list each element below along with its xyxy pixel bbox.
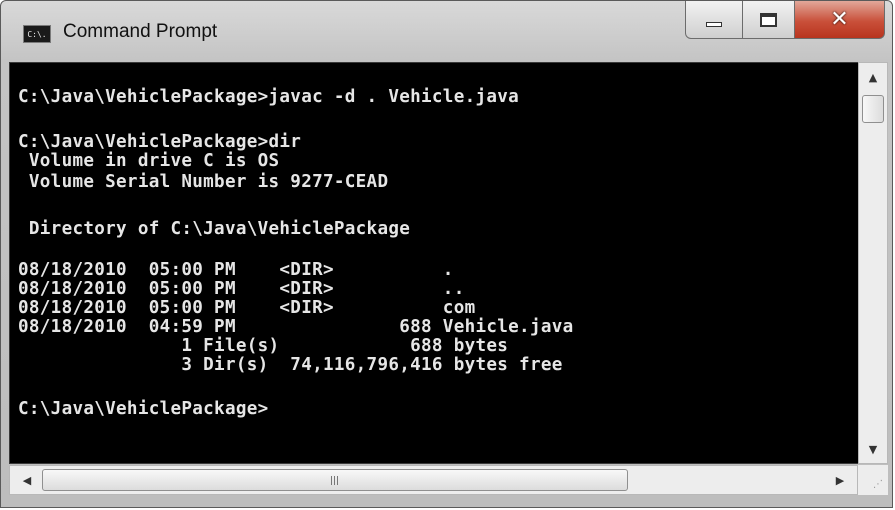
scroll-down-arrow-icon[interactable]: ▼ (859, 437, 887, 461)
console-line: 1 File(s) 688 bytes (18, 336, 509, 356)
vertical-scrollbar[interactable]: ▲ ▼ (858, 62, 888, 464)
window-title: Command Prompt (63, 21, 218, 42)
console-prompt: C:\Java\VehiclePackage> (18, 399, 269, 419)
console-line: Volume Serial Number is 9277-CEAD (18, 172, 389, 192)
console-output[interactable]: C:\Java\VehiclePackage>javac -d . Vehicl… (9, 62, 877, 464)
console-line: C:\Java\VehiclePackage>dir (18, 132, 302, 152)
command-prompt-window: C:\. Command Prompt ✕ C:\Java\VehiclePac… (0, 0, 893, 508)
horizontal-scroll-thumb[interactable] (42, 469, 628, 491)
vertical-scroll-thumb[interactable] (862, 95, 884, 123)
scroll-up-arrow-icon[interactable]: ▲ (859, 65, 887, 89)
scroll-left-arrow-icon[interactable]: ◀ (14, 466, 40, 494)
caption-buttons: ✕ (685, 1, 885, 41)
command-prompt-icon[interactable]: C:\. (23, 25, 51, 43)
scroll-right-arrow-icon[interactable]: ▶ (827, 466, 853, 494)
maximize-icon (760, 12, 777, 27)
console-line: 08/18/2010 05:00 PM <DIR> .. (18, 279, 465, 299)
size-grip-icon[interactable]: ⋰ (858, 465, 888, 495)
minimize-button[interactable] (685, 1, 743, 39)
console-line: Volume in drive C is OS (18, 151, 280, 171)
console-line: 08/18/2010 04:59 PM 688 Vehicle.java (18, 317, 574, 337)
title-bar[interactable]: C:\. Command Prompt ✕ (1, 1, 892, 61)
close-icon: ✕ (830, 7, 849, 32)
thumb-grip-icon (330, 475, 340, 485)
console-line: 08/18/2010 05:00 PM <DIR> com (18, 298, 476, 318)
console-line: Directory of C:\Java\VehiclePackage (18, 219, 411, 239)
console-line: C:\Java\VehiclePackage>javac -d . Vehicl… (18, 87, 520, 107)
minimize-icon (706, 22, 722, 27)
console-line: 08/18/2010 05:00 PM <DIR> . (18, 260, 454, 280)
console-line: 3 Dir(s) 74,116,796,416 bytes free (18, 355, 563, 375)
maximize-button[interactable] (743, 1, 795, 39)
horizontal-scrollbar[interactable]: ◀ ▶ (9, 465, 858, 495)
close-button[interactable]: ✕ (795, 1, 885, 39)
